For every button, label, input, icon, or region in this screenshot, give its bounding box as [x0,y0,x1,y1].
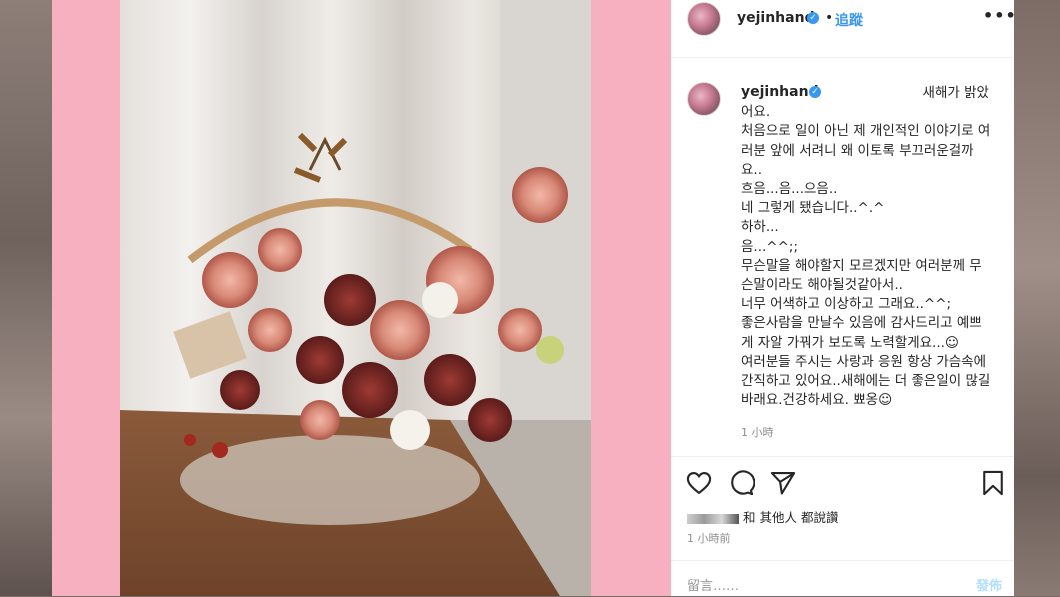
flower-basket-photo [120,0,591,596]
verified-badge-icon: ✓ [807,12,819,24]
caption-username[interactable]: yejinhand [741,84,819,100]
comment-icon[interactable] [727,469,755,497]
share-icon[interactable] [769,469,797,497]
author-username[interactable]: yejinhand [737,10,815,26]
caption-verified-icon: ✓ [809,86,821,98]
author-avatar[interactable] [687,2,721,36]
separator-dot: • [825,10,834,26]
more-options-icon[interactable]: ••• [983,6,1017,25]
caption-body: 처음으로 일이 아닌 제 개인적인 이야기로 여러분 앞에 서려니 왜 이토록 … [741,123,991,409]
background-edge-left [0,0,52,596]
likes-summary[interactable]: 和 其他人 都說讚 [687,507,838,526]
comment-box: 留言…… 發佈 [671,560,1014,597]
post-comment-button[interactable]: 發佈 [976,575,1002,594]
bookmark-icon[interactable] [979,469,1007,497]
post-caption: yejinhand ✓ 새해가 밝았어요. 처음으로 일이 아닌 제 개인적인 … [741,84,993,410]
background-edge-right [1014,0,1060,596]
caption-time: 1 小時 [741,426,774,439]
heart-icon[interactable] [685,469,713,497]
comment-input[interactable]: 留言…… [687,575,739,594]
follow-button[interactable]: 追蹤 [835,10,863,30]
caption-avatar[interactable] [687,82,721,116]
post-timestamp: 1 小時前 [687,532,731,545]
post-sidebar: yejinhand ✓ • 追蹤 ••• yejinhand ✓ 새해가 밝았어… [671,0,1017,597]
action-bar [671,456,1014,509]
likes-text: 和 其他人 都說讚 [743,510,839,525]
liker-names-blurred [687,513,739,524]
post-header: yejinhand ✓ • 追蹤 ••• [671,0,1017,58]
post-image[interactable] [120,0,591,596]
